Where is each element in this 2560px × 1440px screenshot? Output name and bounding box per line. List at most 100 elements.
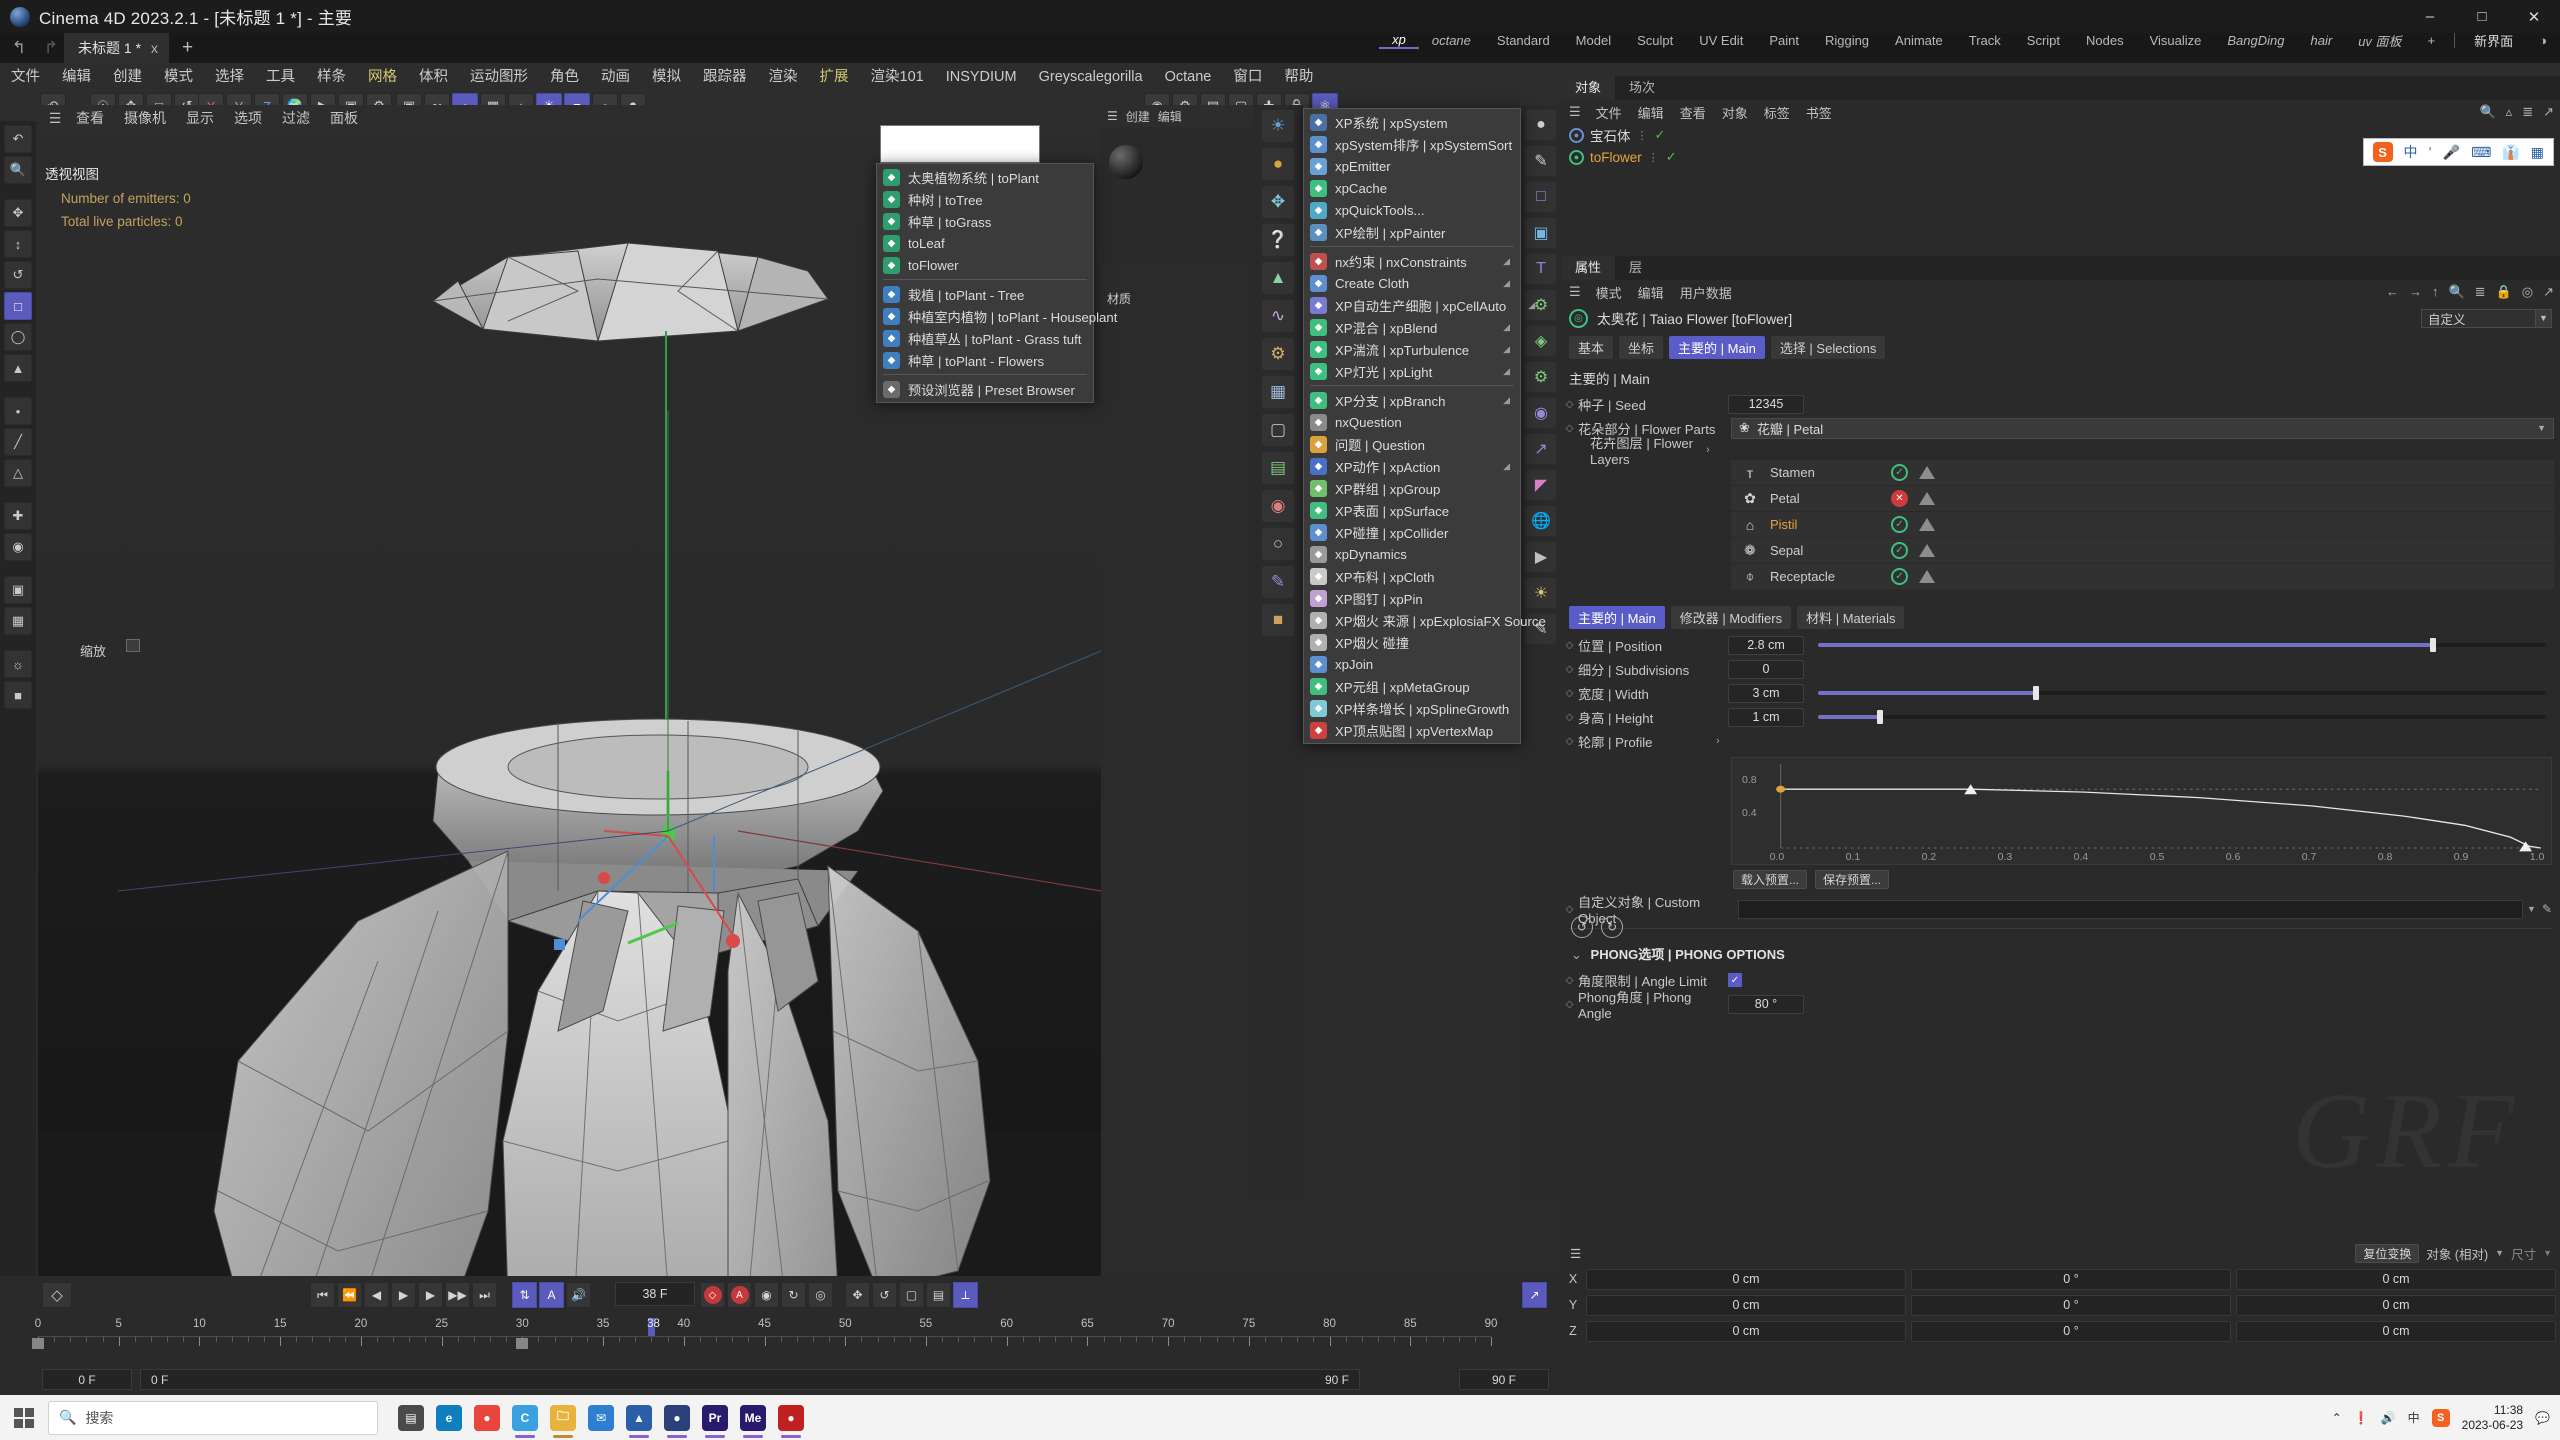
om-menu-tags[interactable]: 标签 — [1756, 103, 1798, 122]
menu-item-xp灯光[interactable]: ◆ XP灯光 | xpLight ◢ — [1304, 360, 1520, 382]
menu-item-xp布料[interactable]: ◆ XP布料 | xpCloth — [1304, 565, 1520, 587]
back-icon[interactable]: ← — [2386, 284, 2399, 300]
submenu-arrow-icon[interactable]: ◢ — [1489, 395, 1510, 406]
spline-pen-icon[interactable]: ✎ — [1525, 145, 1557, 177]
menu-item-15[interactable]: 扩展 — [809, 63, 860, 91]
rotation-field[interactable]: 0 ° — [1911, 1268, 2231, 1290]
key-param-scale-button[interactable]: ▢ — [899, 1282, 924, 1308]
goto-start-button[interactable]: ⏮ — [310, 1282, 335, 1308]
filter-icon[interactable]: ≣ — [2475, 284, 2486, 300]
flower-part-row[interactable]: ⌂ Pistil ✓ — [1731, 512, 2554, 538]
key-param-point-button[interactable]: ▤ — [926, 1282, 951, 1308]
menu-item-9[interactable]: 运动图形 — [459, 63, 539, 91]
enabled-check-icon[interactable]: ✓ — [1891, 568, 1908, 585]
taskbar-search-box[interactable]: 🔍 搜索 — [48, 1400, 378, 1435]
phong-angle-input[interactable]: 80 ° — [1728, 994, 1804, 1014]
angle-limit-checkbox[interactable]: ✓ — [1728, 973, 1742, 987]
am-menu-edit[interactable]: 编辑 — [1630, 283, 1672, 302]
move-tool-icon[interactable]: ✥ — [4, 199, 32, 227]
coordinate-mode-label[interactable]: 对象 (相对) — [2426, 1244, 2488, 1263]
axis-align-icon[interactable]: ↗ — [1525, 433, 1557, 465]
keyframe-diamond-icon[interactable]: ◇ — [1561, 736, 1578, 747]
chevron-down-icon[interactable]: ▼ — [2536, 308, 2552, 328]
up-icon[interactable]: ↑ — [2432, 284, 2439, 300]
submenu-arrow-icon[interactable]: ◢ — [1489, 278, 1510, 289]
viewport-menu-view[interactable]: 查看 — [66, 108, 114, 128]
xp-constraint-icon[interactable]: ◉ — [1261, 489, 1295, 523]
menu-item-2[interactable]: 创建 — [102, 63, 153, 91]
submenu-arrow-icon[interactable]: ◢ — [1514, 300, 1535, 311]
menu-item-13[interactable]: 跟踪器 — [692, 63, 758, 91]
expand-icon[interactable]: ↗ — [2543, 284, 2554, 300]
goto-end-button[interactable]: ⏭ — [472, 1282, 497, 1308]
layout-tab-xp[interactable]: xp — [1379, 32, 1419, 49]
preset-select[interactable]: 自定义 — [2421, 308, 2536, 328]
xp-sprite-icon[interactable]: ▦ — [1261, 375, 1295, 409]
rotation-field[interactable]: 0 ° — [1911, 1294, 2231, 1316]
keyframe-diamond-icon[interactable]: ◇ — [1561, 975, 1578, 986]
ime-punctuation-icon[interactable]: ’ — [2429, 144, 2432, 160]
xp-modifier-icon[interactable]: ✥ — [1261, 185, 1295, 219]
key-param-pos-button[interactable]: ✥ — [845, 1282, 870, 1308]
menu-item-4[interactable]: 选择 — [204, 63, 255, 91]
menu-item-xp元组[interactable]: ◆ XP元组 | xpMetaGroup — [1304, 675, 1520, 697]
enabled-check-icon[interactable]: ✓ — [1891, 516, 1908, 533]
om-menu-object[interactable]: 对象 — [1714, 103, 1756, 122]
keyframe-diamond-icon[interactable]: ◇ — [1561, 688, 1578, 699]
object-tag-slot[interactable]: ⋮ — [1637, 129, 1649, 142]
save-preset-button[interactable]: 保存预置... — [1815, 870, 1890, 889]
menu-item-种草[interactable]: ◆ 种草 | toGrass — [877, 210, 1093, 232]
expand-triangle-icon[interactable] — [1919, 492, 1935, 505]
pla-button[interactable]: ⟂ — [953, 1282, 978, 1308]
flower-part-row[interactable]: ❁ Sepal ✓ — [1731, 538, 2554, 564]
menu-item-10[interactable]: 角色 — [539, 63, 590, 91]
start-button[interactable] — [0, 1395, 48, 1440]
seed-input[interactable]: 12345 — [1728, 394, 1804, 414]
xp-preset-icon[interactable]: ■ — [1261, 603, 1295, 637]
xp-action-icon[interactable]: ▲ — [1261, 261, 1295, 295]
hamburger-icon[interactable]: ☰ — [1107, 109, 1118, 123]
menu-item-xp顶点贴图[interactable]: ◆ XP顶点贴图 | xpVertexMap — [1304, 719, 1520, 741]
menu-item-xp样条增长[interactable]: ◆ XP样条增长 | xpSplineGrowth — [1304, 697, 1520, 719]
layout-tab-uv-面板[interactable]: uv 面板 — [2345, 31, 2414, 50]
redo-icon[interactable]: ↱ — [38, 38, 64, 57]
layout-tab-standard[interactable]: Standard — [1484, 33, 1563, 48]
chevron-right-icon[interactable]: › — [1716, 735, 1720, 747]
param-slider[interactable] — [1818, 638, 2546, 652]
menu-item-20[interactable]: 窗口 — [1222, 63, 1273, 91]
flower-part-row[interactable]: ᴛ Stamen ✓ — [1731, 460, 2554, 486]
menu-item-xp烟火来源[interactable]: ◆ XP烟火 来源 | xpExplosiaFX Source — [1304, 609, 1546, 631]
timeline-start-field[interactable]: 0 F — [42, 1369, 132, 1390]
chevron-down-icon[interactable]: ⌄ — [1571, 947, 1582, 962]
flower-parts-select[interactable]: ❀ 花瓣 | Petal ▼ — [1731, 417, 2554, 439]
param-input[interactable]: 0 — [1728, 659, 1804, 679]
ime-voice-icon[interactable]: 🎤 — [2443, 144, 2460, 161]
keyframe-diamond-icon[interactable]: ◇ — [1561, 664, 1578, 675]
menu-item-createcloth[interactable]: ◆ Create Cloth ◢ — [1304, 272, 1520, 294]
sogou-ime-icon[interactable]: S — [2372, 142, 2393, 162]
layout-tab-uv-edit[interactable]: UV Edit — [1686, 33, 1756, 48]
menu-item-xp分支[interactable]: ◆ XP分支 | xpBranch ◢ — [1304, 389, 1520, 411]
menu-item-太奥植物系统[interactable]: ◆ 太奥植物系统 | toPlant — [877, 166, 1093, 188]
sound-scrub-button[interactable]: A — [539, 1282, 564, 1308]
ime-keyboard-icon[interactable]: ⌨ — [2471, 144, 2491, 161]
filter-icon[interactable]: ▵ — [2506, 104, 2513, 120]
xp-cloth-icon[interactable]: ○ — [1261, 527, 1295, 561]
material-menu-edit[interactable]: 编辑 — [1158, 108, 1182, 125]
menu-item-种树[interactable]: ◆ 种树 | toTree — [877, 188, 1093, 210]
menu-item-xpcache[interactable]: ◆ xpCache — [1304, 177, 1520, 199]
viewport-scale-checkbox[interactable] — [126, 639, 140, 652]
expand-triangle-icon[interactable] — [1919, 544, 1935, 557]
add-layout-button[interactable]: + — [2415, 33, 2449, 48]
browser-icon[interactable]: C — [506, 1395, 544, 1440]
chevron-down-icon[interactable]: ▼ — [2543, 1248, 2552, 1258]
point-mode-icon[interactable]: • — [4, 397, 32, 425]
object-tag-slot[interactable]: ⋮ — [1648, 151, 1660, 164]
chevron-right-icon[interactable]: › — [1706, 444, 1710, 456]
profile-spline-graph[interactable]: 0.8 0.4 0.0 0.1 0.2 0.3 0.4 0.5 0.6 0.7 0.8 0.9 1.0 — [1731, 757, 2552, 865]
notification-center-icon[interactable]: 💬 — [2535, 1411, 2550, 1425]
field-icon[interactable]: ◉ — [1525, 397, 1557, 429]
submenu-arrow-icon[interactable]: ◢ — [1489, 461, 1510, 472]
chevron-down-icon[interactable]: ▼ — [2527, 904, 2536, 914]
menu-item-栽植[interactable]: ◆ 栽植 | toPlant - Tree — [877, 283, 1093, 305]
